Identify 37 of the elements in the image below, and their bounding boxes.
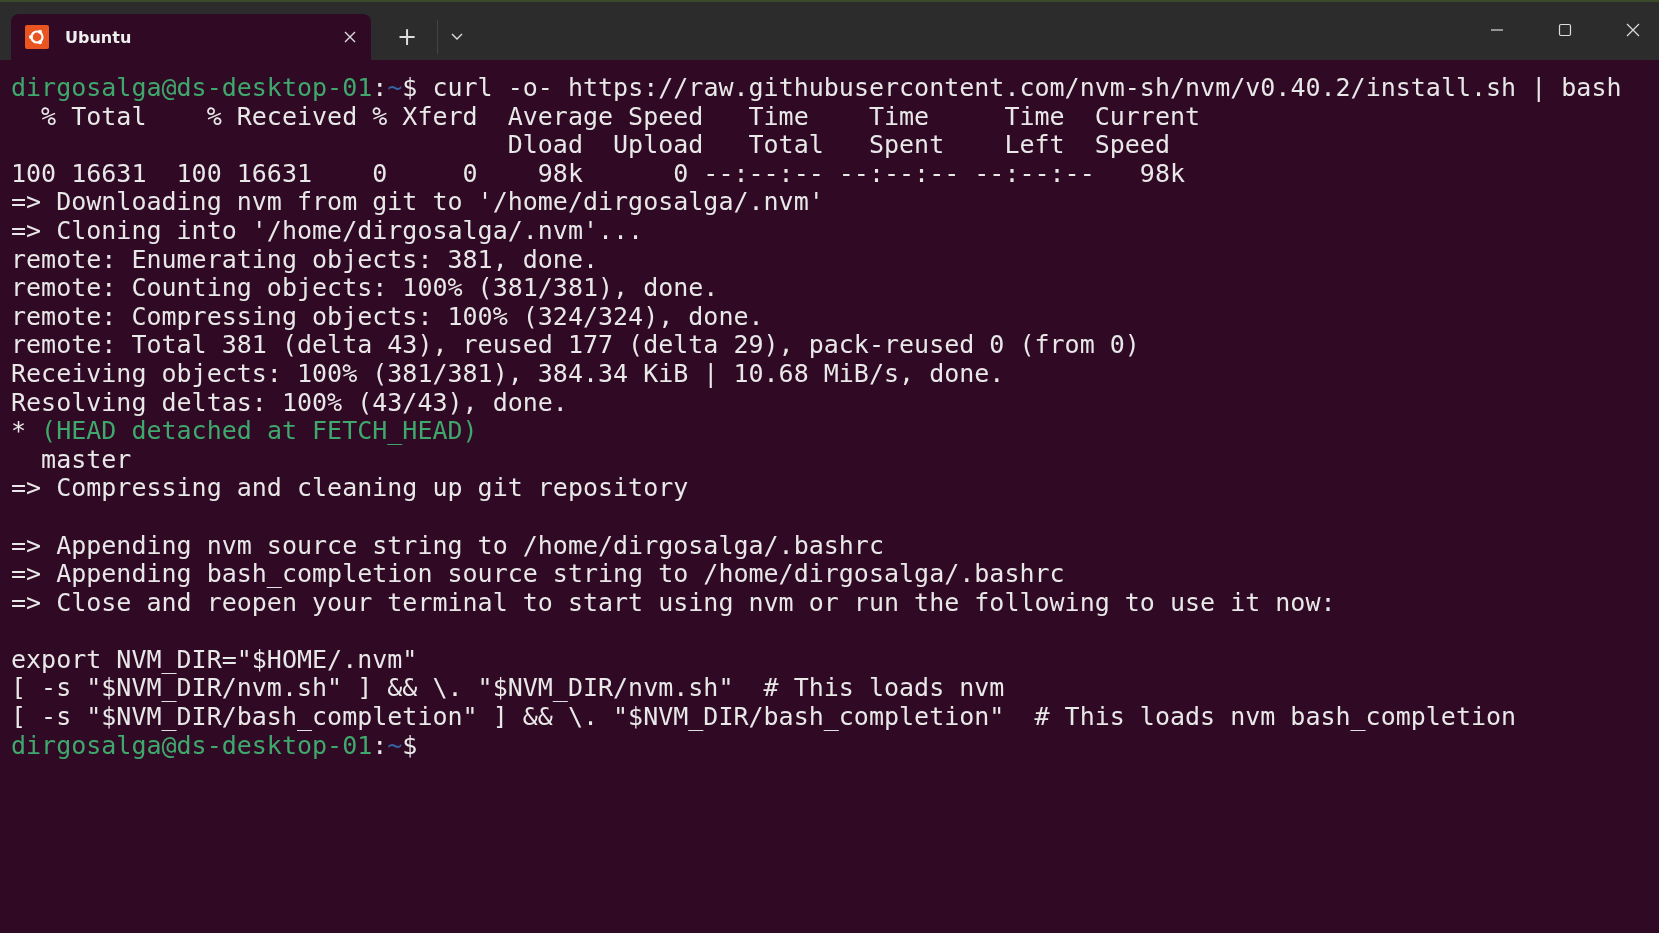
terminal-text: => Close and reopen your terminal to start using nvm or run the following to use it now:	[11, 587, 1336, 617]
terminal-text: => Compressing and cleaning up git repository	[11, 473, 689, 503]
terminal-text: remote: Total 381 (delta 43), reused 177 (delta 29), pack-reused 0 (from 0)	[11, 330, 1140, 360]
terminal-text: remote: Enumerating objects: 381, done.	[11, 244, 598, 274]
terminal-text: 100 16631 100 16631 0 0 98k 0 --:--:-- --:--:-- --:--:-- 98k	[11, 158, 1185, 188]
terminal-text: remote: Counting objects: 100% (381/381), done.	[11, 273, 719, 303]
prompt-path: ~	[387, 730, 403, 760]
terminal-text: $	[402, 730, 418, 760]
terminal-text: $ curl -o- https://raw.githubusercontent.com/nvm-sh/nvm/v0.40.2/install.sh | bash	[402, 73, 1622, 102]
terminal-text: [ -s "$NVM_DIR/bash_completion" ] && \. "$NVM_DIR/bash_completion" # This loads nvm bash_completion	[11, 702, 1517, 732]
dropdown-chevron-icon[interactable]	[450, 31, 464, 41]
terminal-text: :	[372, 73, 388, 102]
ubuntu-logo-icon	[25, 25, 49, 49]
terminal-text: => Appending nvm source string to /home/dirgosalga/.bashrc	[11, 530, 884, 560]
new-tab-button[interactable]: +	[389, 19, 425, 55]
terminal-text: export NVM_DIR="$HOME/.nvm"	[11, 644, 418, 674]
close-tab-icon[interactable]	[343, 30, 357, 44]
prompt-path: ~	[387, 73, 403, 102]
terminal-text: *	[11, 416, 28, 446]
terminal-text: Dload Upload Total Spent Left Speed	[506, 130, 1170, 160]
terminal-text: :	[372, 730, 388, 760]
terminal-text: [ -s "$NVM_DIR/nvm.sh" ] && \. "$NVM_DIR/nvm.sh" # This loads nvm	[11, 673, 1005, 703]
terminal-text: => Appending bash_completion source string to /home/dirgosalga/.bashrc	[11, 559, 1065, 589]
maximize-icon[interactable]	[1557, 22, 1573, 38]
terminal-text: => Downloading nvm from git to '/home/dirgosalga/.nvm'	[11, 187, 824, 217]
tab-title: Ubuntu	[65, 27, 133, 47]
prompt-host: dirgosalga@ds-desktop-01	[11, 73, 373, 102]
terminal-text: Resolving deltas: 100% (43/43), done.	[11, 387, 568, 417]
terminal-text: Receiving objects: 100% (381/381), 384.34 KiB | 10.68 MiB/s, done.	[11, 358, 1005, 388]
terminal-tab[interactable]: Ubuntu	[11, 14, 371, 60]
terminal-text: remote: Compressing objects: 100% (324/324), done.	[11, 301, 764, 331]
prompt-host: dirgosalga@ds-desktop-01	[11, 730, 373, 760]
prompt-host: (HEAD detached at FETCH_HEAD)	[41, 416, 478, 446]
close-icon[interactable]	[1625, 22, 1641, 38]
terminal-text: % Total % Received % Xferd Average Speed Time Time Time Current	[40, 101, 1201, 131]
terminal-text: => Cloning into '/home/dirgosalga/.nvm'...	[11, 215, 644, 245]
terminal-text: master	[40, 444, 132, 474]
